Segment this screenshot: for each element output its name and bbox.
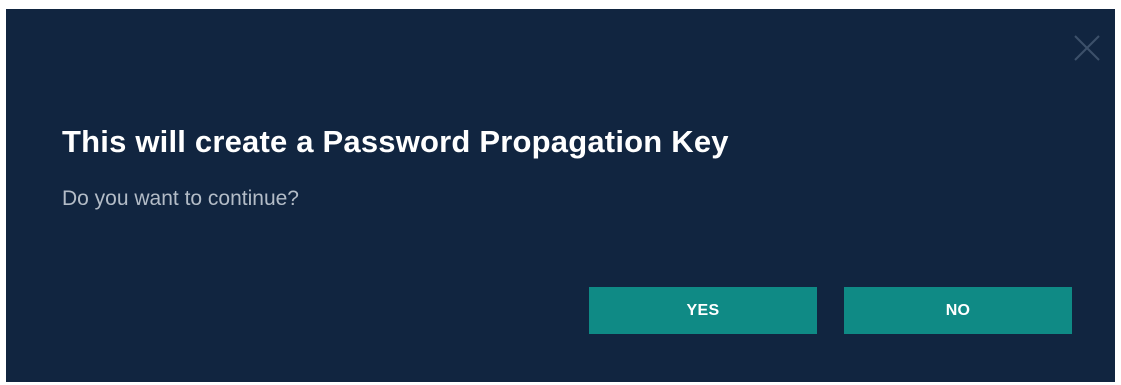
confirmation-dialog: This will create a Password Propagation … <box>6 9 1115 382</box>
dialog-title: This will create a Password Propagation … <box>62 124 729 159</box>
yes-button[interactable]: YES <box>589 287 817 334</box>
close-icon <box>1074 35 1100 61</box>
dialog-message: Do you want to continue? <box>62 187 299 210</box>
no-button[interactable]: NO <box>844 287 1072 334</box>
close-button[interactable] <box>1070 31 1104 65</box>
